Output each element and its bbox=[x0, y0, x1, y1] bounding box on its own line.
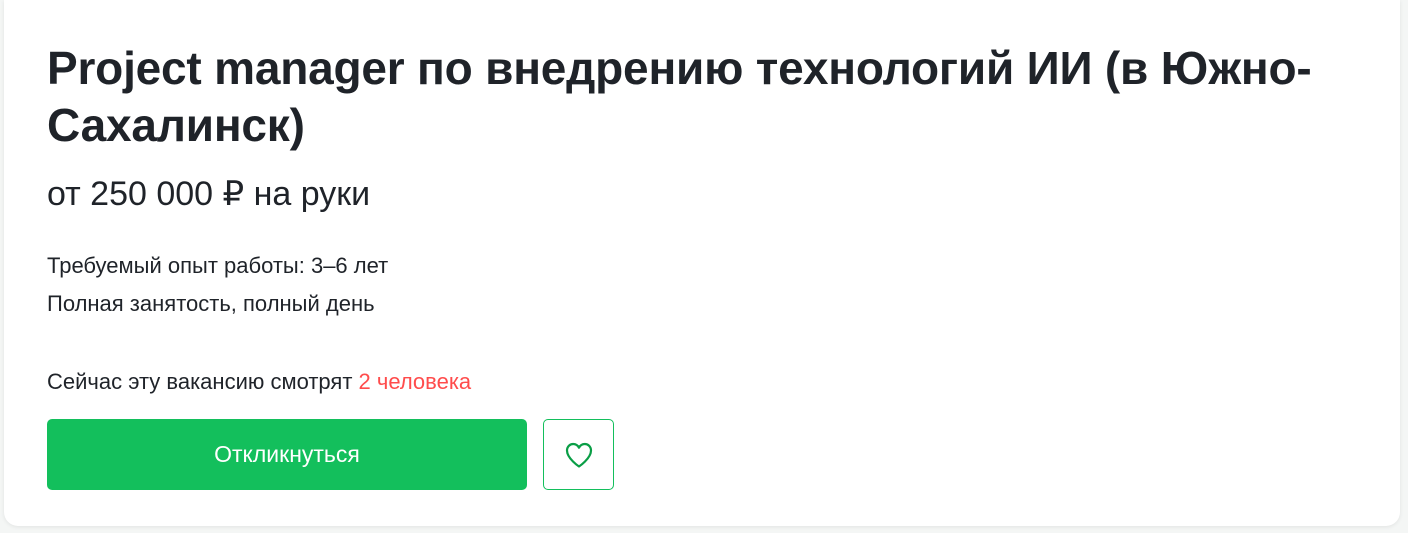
vacancy-salary: от 250 000 ₽ на руки bbox=[47, 175, 371, 213]
current-viewers: Сейчас эту вакансию смотрят 2 человека bbox=[47, 368, 471, 396]
current-viewers-prefix: Сейчас эту вакансию смотрят bbox=[47, 369, 359, 394]
favorite-button[interactable] bbox=[543, 419, 614, 490]
employment-type: Полная занятость, полный день bbox=[47, 291, 375, 316]
heart-outline-icon bbox=[565, 442, 592, 468]
required-experience: Требуемый опыт работы: 3–6 лет bbox=[47, 253, 389, 278]
apply-button[interactable]: Откликнуться bbox=[47, 419, 527, 490]
current-viewers-count: 2 человека bbox=[358, 369, 472, 394]
vacancy-title: Project manager по внедрению технологий … bbox=[47, 42, 1312, 151]
vacancy-card: Project manager по внедрению технологий … bbox=[4, 0, 1400, 526]
